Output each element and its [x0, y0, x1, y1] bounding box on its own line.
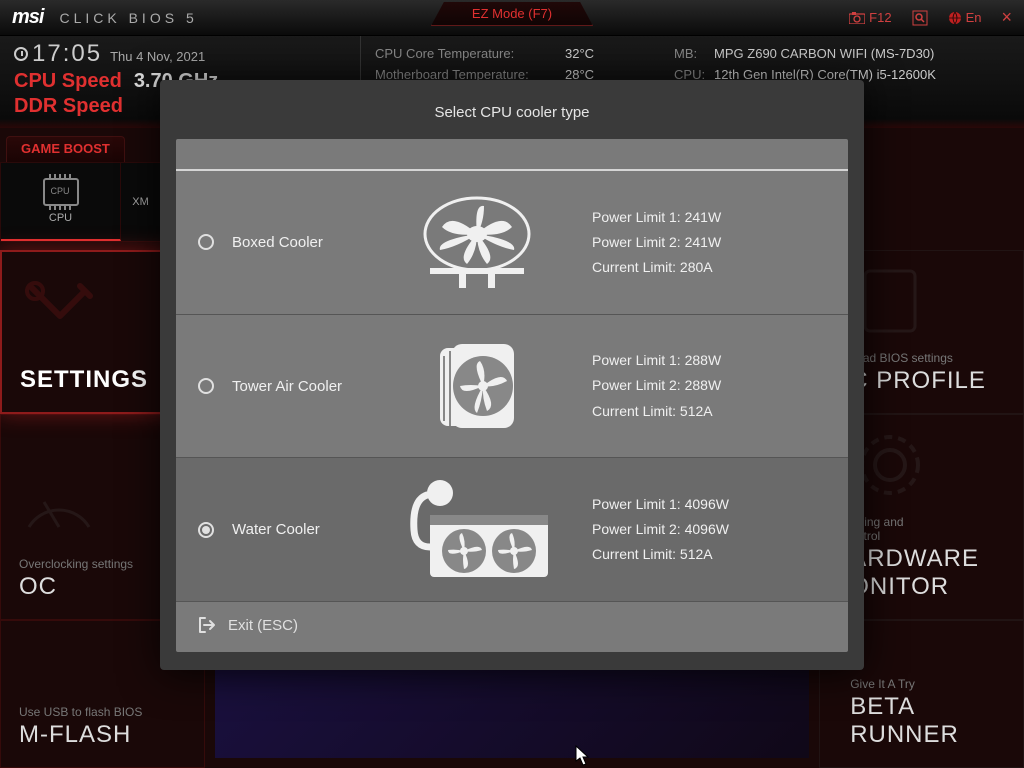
- clock: 17:05: [14, 40, 102, 68]
- option-label: Water Cooler: [232, 521, 402, 538]
- power-limit-2: Power Limit 2: 288W: [592, 373, 721, 398]
- globe-icon: [948, 11, 962, 25]
- cpu-tab[interactable]: CPU CPU: [1, 163, 121, 241]
- power-limit-1: Power Limit 1: 4096W: [592, 492, 729, 517]
- option-tower-air-cooler[interactable]: Tower Air Cooler Power Limit 1: 288W Pow…: [176, 315, 848, 459]
- close-button[interactable]: ×: [1001, 7, 1012, 28]
- bios-title: CLICK BIOS 5: [59, 10, 197, 26]
- option-water-cooler[interactable]: Water Cooler Power Limit 1: 4096W: [176, 458, 848, 602]
- search-icon: [912, 10, 928, 26]
- logo: msi: [12, 6, 43, 29]
- screenshot-button[interactable]: F12: [849, 10, 891, 25]
- exit-button[interactable]: Exit (ESC): [176, 602, 848, 652]
- dialog-title: Select CPU cooler type: [160, 80, 864, 139]
- power-limit-1: Power Limit 1: 288W: [592, 348, 721, 373]
- top-bar: msi CLICK BIOS 5 EZ Mode (F7) F12 En ×: [0, 0, 1024, 36]
- radio-icon: [198, 378, 214, 394]
- power-limit-1: Power Limit 1: 241W: [592, 205, 721, 230]
- current-limit: Current Limit: 512A: [592, 399, 721, 424]
- option-boxed-cooler[interactable]: Boxed Cooler: [176, 169, 848, 315]
- water-cooler-icon: [402, 475, 552, 585]
- cpu-chip-icon: CPU: [43, 178, 79, 206]
- tower-cooler-icon: [422, 336, 532, 436]
- option-label: Boxed Cooler: [232, 234, 402, 251]
- option-label: Tower Air Cooler: [232, 378, 402, 395]
- gauge-icon: [19, 467, 99, 547]
- mb-label: MB:: [674, 44, 714, 65]
- clock-icon: [14, 47, 28, 61]
- power-limit-2: Power Limit 2: 4096W: [592, 517, 729, 542]
- xmp-tab[interactable]: XM: [121, 163, 161, 241]
- cpu-temp-value: 32°C: [565, 44, 594, 65]
- camera-icon: [849, 12, 865, 24]
- ez-mode-button[interactable]: EZ Mode (F7): [431, 2, 593, 26]
- exit-icon: [198, 616, 216, 634]
- cpu-temp-label: CPU Core Temperature:: [375, 44, 565, 65]
- language-button[interactable]: En: [948, 10, 982, 25]
- power-limit-2: Power Limit 2: 241W: [592, 230, 721, 255]
- date: Thu 4 Nov, 2021: [110, 49, 205, 64]
- game-boost-tab[interactable]: GAME BOOST: [6, 136, 125, 162]
- current-limit: Current Limit: 280A: [592, 255, 721, 280]
- radio-icon: [198, 234, 214, 250]
- tools-icon: [20, 276, 100, 356]
- mode-tabs: CPU CPU XM: [0, 162, 162, 242]
- current-limit: Current Limit: 512A: [592, 542, 729, 567]
- boxed-cooler-icon: [412, 192, 542, 292]
- mb-value: MPG Z690 CARBON WIFI (MS-7D30): [714, 44, 934, 65]
- cursor-icon: [575, 745, 591, 767]
- radio-icon: [198, 522, 214, 538]
- cooler-select-dialog: Select CPU cooler type Boxed Cooler: [160, 80, 864, 670]
- search-button[interactable]: [912, 10, 928, 26]
